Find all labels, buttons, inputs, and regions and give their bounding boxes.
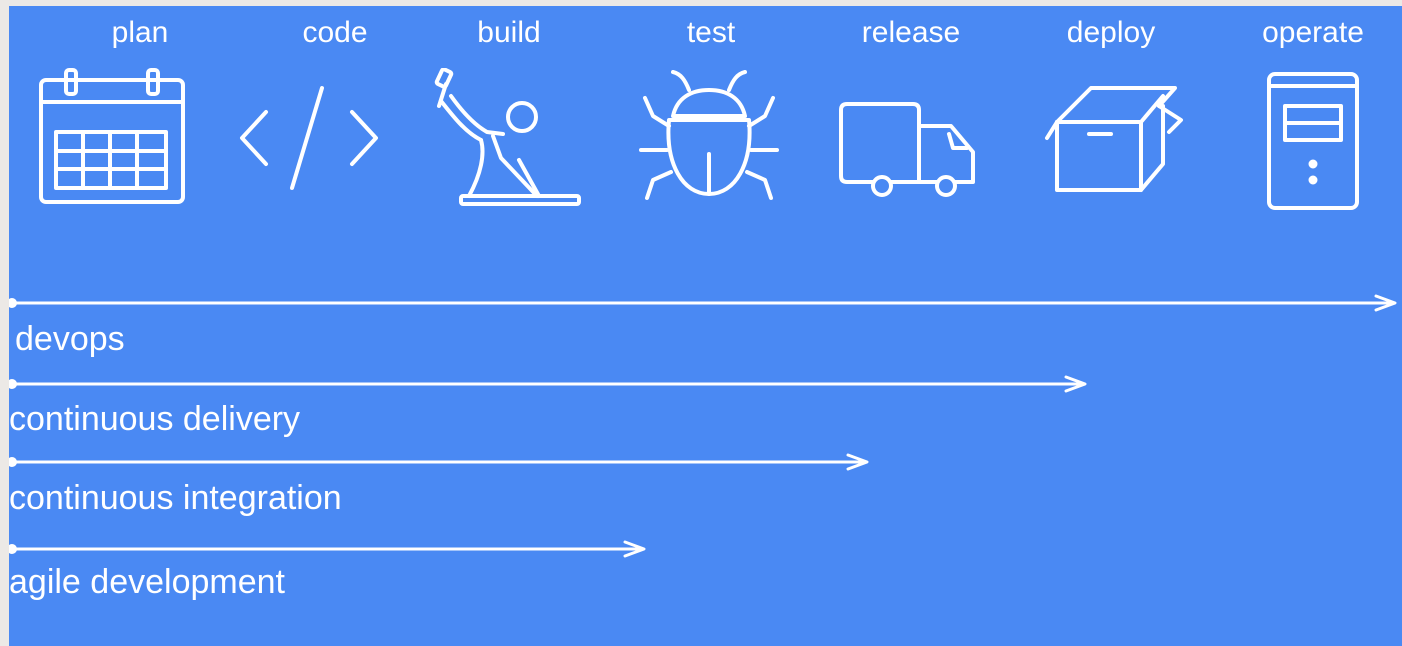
practice-label-agile-development: agile development <box>9 563 285 601</box>
agile-development-span-arrow <box>10 540 646 558</box>
practice-label-devops: devops <box>15 320 125 358</box>
continuous-delivery-span-arrow <box>10 375 1087 393</box>
continuous-integration-span-arrow <box>10 453 869 471</box>
practice-span-arrows <box>9 294 1397 558</box>
devops-diagram: plan code build test release deploy oper… <box>9 6 1402 646</box>
practice-label-continuous-integration: continuous integration <box>9 479 342 517</box>
devops-span-arrow <box>10 294 1397 312</box>
continuous-integration-span-start <box>9 457 17 467</box>
devops-span-start <box>9 298 17 308</box>
practice-label-continuous-delivery: continuous delivery <box>9 400 301 438</box>
agile-development-span-start <box>9 544 17 554</box>
continuous-delivery-span-start <box>9 379 17 389</box>
